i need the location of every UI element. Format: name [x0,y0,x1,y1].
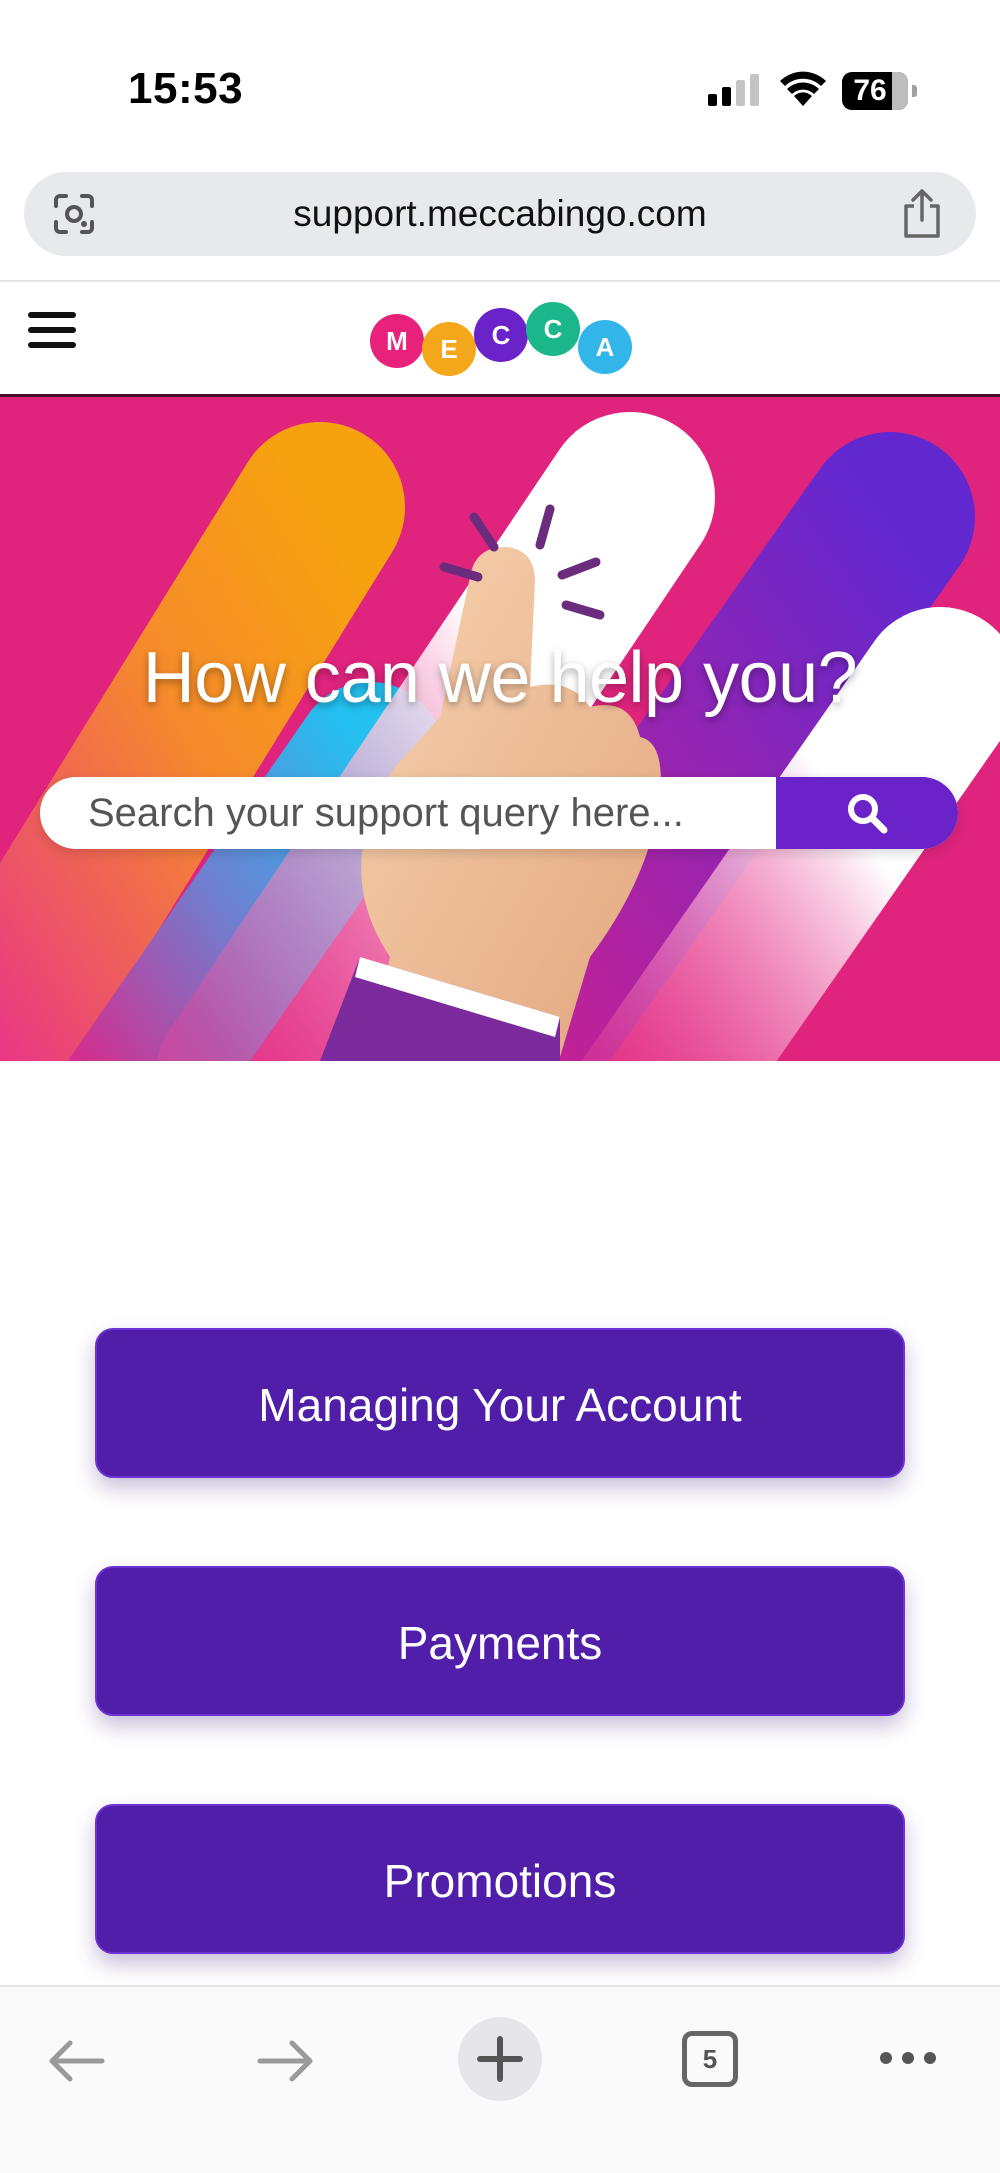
browser-toolbar: 5 [0,1985,1000,2173]
back-arrow-icon[interactable] [46,2039,106,2083]
hero-illustration [0,412,1000,1061]
url-text[interactable]: support.meccabingo.com [24,172,976,256]
new-tab-button[interactable] [458,2017,542,2101]
battery-level: 76 [853,74,887,107]
plus-icon [477,2036,523,2082]
more-options-icon[interactable] [878,2043,938,2073]
mecca-logo[interactable]: M E C C A [368,302,632,376]
wifi-icon [780,71,826,106]
promotions-button[interactable]: Promotions [95,1804,905,1954]
hamburger-menu-icon[interactable] [28,312,78,356]
logo-ball: E [422,322,476,376]
hero-banner: How can we help you? [0,397,1000,1061]
cellular-signal-icon [708,74,759,106]
battery-icon: 76 [842,72,918,110]
share-icon[interactable] [900,188,944,240]
forward-arrow-icon[interactable] [256,2039,316,2083]
managing-account-button[interactable]: Managing Your Account [95,1328,905,1478]
search-bar [40,777,958,849]
payments-button[interactable]: Payments [95,1566,905,1716]
logo-ball: A [578,320,632,374]
tab-switcher-button[interactable]: 5 [682,2031,738,2087]
hero-title: How can we help you? [142,638,858,718]
status-time: 15:53 [128,64,244,113]
site-header: M E C C A [0,282,1000,397]
logo-ball: C [474,308,528,362]
search-input[interactable] [40,777,776,849]
logo-ball: C [526,302,580,356]
search-icon [848,794,888,834]
search-button[interactable] [776,777,958,849]
status-bar: 15:53 76 [0,0,1000,160]
address-bar[interactable]: support.meccabingo.com [24,172,976,256]
logo-ball: M [370,314,424,368]
